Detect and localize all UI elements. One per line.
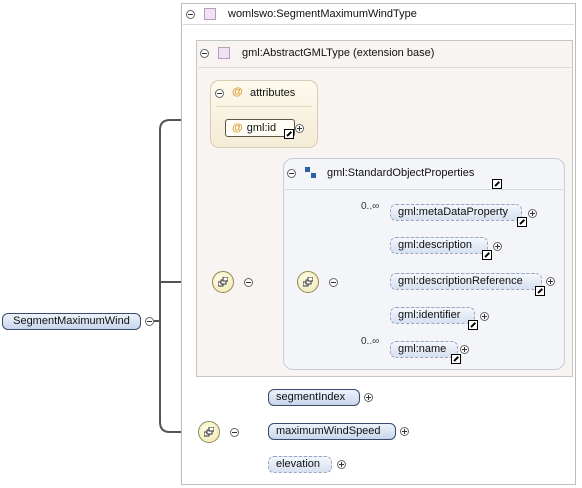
divider xyxy=(285,189,563,190)
type-icon xyxy=(204,8,216,20)
expand-icon[interactable] xyxy=(493,242,502,251)
expand-icon[interactable] xyxy=(528,209,537,218)
sequence-icon xyxy=(297,271,319,293)
element-gml-identifier[interactable]: gml:identifier xyxy=(390,307,475,324)
sequence-icon xyxy=(212,271,234,293)
attributes-label: attributes xyxy=(250,87,296,99)
divider xyxy=(198,67,571,68)
collapse-icon[interactable] xyxy=(145,317,154,326)
divider xyxy=(183,24,574,25)
expand-icon[interactable] xyxy=(364,393,373,402)
expand-icon[interactable] xyxy=(546,277,555,286)
collapse-icon[interactable] xyxy=(244,278,253,287)
extension-base-label: gml:AbstractGMLType (extension base) xyxy=(242,47,435,59)
type-icon xyxy=(218,47,230,59)
reference-link-icon[interactable] xyxy=(517,217,527,227)
collapse-icon[interactable] xyxy=(186,10,195,19)
expand-icon[interactable] xyxy=(480,312,489,321)
element-segmentindex[interactable]: segmentIndex xyxy=(268,389,360,406)
attribute-icon: @ xyxy=(232,122,243,134)
reference-link-icon[interactable] xyxy=(535,286,545,296)
reference-link-icon[interactable] xyxy=(451,354,461,364)
attribute-icon: @ xyxy=(232,86,243,98)
collapse-icon[interactable] xyxy=(200,49,209,58)
element-gml-descriptionreference[interactable]: gml:descriptionReference xyxy=(390,273,542,290)
element-elevation[interactable]: elevation xyxy=(268,456,332,473)
multiplicity: 0..∞ xyxy=(361,336,380,347)
element-gml-name[interactable]: gml:name xyxy=(390,341,458,358)
sequence-icon xyxy=(198,421,220,443)
reference-link-icon[interactable] xyxy=(482,250,492,260)
collapse-icon[interactable] xyxy=(287,169,296,178)
element-gml-description[interactable]: gml:description xyxy=(390,237,488,254)
expand-icon[interactable] xyxy=(337,460,346,469)
schema-diagram: womlswo:SegmentMaximumWindType gml:Abstr… xyxy=(0,0,582,488)
complex-type-label: womlswo:SegmentMaximumWindType xyxy=(228,8,417,20)
reference-link-icon[interactable] xyxy=(284,129,294,139)
expand-icon[interactable] xyxy=(295,124,304,133)
attribute-label: gml:id xyxy=(246,122,277,134)
standard-object-properties-label: gml:StandardObjectProperties xyxy=(327,167,475,179)
expand-icon[interactable] xyxy=(460,345,469,354)
element-gml-metadataproperty[interactable]: gml:metaDataProperty xyxy=(390,204,522,221)
group-icon xyxy=(305,167,316,178)
expand-icon[interactable] xyxy=(400,427,409,436)
reference-link-icon[interactable] xyxy=(468,320,478,330)
reference-link-icon[interactable] xyxy=(492,179,502,189)
collapse-icon[interactable] xyxy=(215,89,224,98)
multiplicity: 0..∞ xyxy=(361,201,380,212)
root-element-segment-maximum-wind[interactable]: SegmentMaximumWind xyxy=(2,313,141,330)
divider xyxy=(216,106,312,107)
collapse-icon[interactable] xyxy=(329,278,338,287)
collapse-icon[interactable] xyxy=(230,428,239,437)
element-maximumwindspeed[interactable]: maximumWindSpeed xyxy=(268,423,396,440)
